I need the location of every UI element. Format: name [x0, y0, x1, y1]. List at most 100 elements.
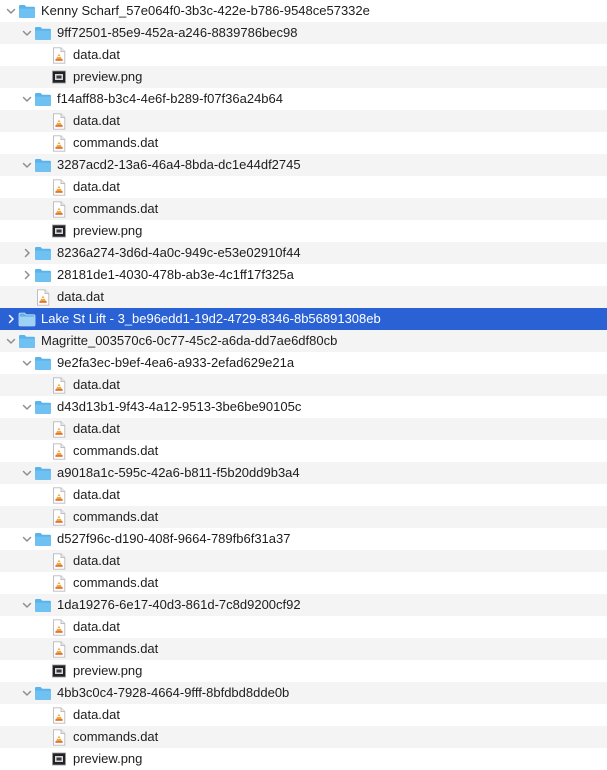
- folder-icon: [34, 354, 52, 372]
- item-name: preview.png: [73, 663, 143, 678]
- folder-row[interactable]: 9ff72501-85e9-452a-a246-8839786bec98: [0, 22, 607, 44]
- file-row[interactable]: commands.dat: [0, 198, 607, 220]
- item-name: commands.dat: [73, 201, 159, 216]
- item-name: f14aff88-b3c4-4e6f-b289-f07f36a24b64: [57, 91, 284, 106]
- chevron-down-icon[interactable]: [20, 154, 34, 176]
- item-name: d43d13b1-9f43-4a12-9513-3be6be90105c: [57, 399, 302, 414]
- file-row[interactable]: commands.dat: [0, 132, 607, 154]
- document-file-icon: [50, 178, 68, 196]
- folder-row[interactable]: 8236a274-3d6d-4a0c-949c-e53e02910f44: [0, 242, 607, 264]
- document-file-icon: [50, 442, 68, 460]
- folder-icon: [18, 332, 36, 350]
- item-name: commands.dat: [73, 575, 159, 590]
- document-file-icon: [50, 618, 68, 636]
- item-name: 4bb3c0c4-7928-4664-9fff-8bfdbd8dde0b: [57, 685, 290, 700]
- folder-row[interactable]: Kenny Scharf_57e064f0-3b3c-422e-b786-954…: [0, 0, 607, 22]
- item-name: commands.dat: [73, 509, 159, 524]
- folder-row[interactable]: f14aff88-b3c4-4e6f-b289-f07f36a24b64: [0, 88, 607, 110]
- file-row[interactable]: preview.png: [0, 660, 607, 682]
- folder-row[interactable]: 9e2fa3ec-b9ef-4ea6-a933-2efad629e21a: [0, 352, 607, 374]
- folder-icon: [34, 244, 52, 262]
- item-name: data.dat: [73, 707, 120, 722]
- item-name: Lake St Lift - 3_be96edd1-19d2-4729-8346…: [41, 311, 381, 326]
- document-file-icon: [34, 288, 52, 306]
- folder-row[interactable]: Lake St Lift - 3_be96edd1-19d2-4729-8346…: [0, 308, 607, 330]
- file-row[interactable]: preview.png: [0, 748, 607, 770]
- chevron-down-icon[interactable]: [4, 330, 18, 352]
- folder-icon: [18, 310, 36, 328]
- item-name: 9ff72501-85e9-452a-a246-8839786bec98: [57, 25, 298, 40]
- item-name: data.dat: [73, 47, 120, 62]
- chevron-right-icon[interactable]: [20, 242, 34, 264]
- document-file-icon: [50, 706, 68, 724]
- folder-icon: [34, 398, 52, 416]
- item-name: 8236a274-3d6d-4a0c-949c-e53e02910f44: [57, 245, 301, 260]
- item-name: preview.png: [73, 751, 143, 766]
- chevron-down-icon[interactable]: [20, 682, 34, 704]
- item-name: data.dat: [73, 487, 120, 502]
- folder-icon: [34, 464, 52, 482]
- file-row[interactable]: data.dat: [0, 44, 607, 66]
- folder-icon: [34, 24, 52, 42]
- item-name: preview.png: [73, 223, 143, 238]
- chevron-down-icon[interactable]: [20, 352, 34, 374]
- file-row[interactable]: commands.dat: [0, 638, 607, 660]
- file-row[interactable]: preview.png: [0, 66, 607, 88]
- folder-row[interactable]: 28181de1-4030-478b-ab3e-4c1ff17f325a: [0, 264, 607, 286]
- document-file-icon: [50, 112, 68, 130]
- file-row[interactable]: commands.dat: [0, 572, 607, 594]
- chevron-down-icon[interactable]: [20, 462, 34, 484]
- file-row[interactable]: data.dat: [0, 550, 607, 572]
- file-tree: Kenny Scharf_57e064f0-3b3c-422e-b786-954…: [0, 0, 607, 770]
- folder-row[interactable]: 4bb3c0c4-7928-4664-9fff-8bfdbd8dde0b: [0, 682, 607, 704]
- folder-row[interactable]: 3287acd2-13a6-46a4-8bda-dc1e44df2745: [0, 154, 607, 176]
- folder-row[interactable]: 1da19276-6e17-40d3-861d-7c8d9200cf92: [0, 594, 607, 616]
- chevron-right-icon[interactable]: [20, 264, 34, 286]
- item-name: data.dat: [73, 553, 120, 568]
- item-name: data.dat: [57, 289, 104, 304]
- file-row[interactable]: data.dat: [0, 110, 607, 132]
- folder-row[interactable]: d527f96c-d190-408f-9664-789fb6f31a37: [0, 528, 607, 550]
- item-name: 3287acd2-13a6-46a4-8bda-dc1e44df2745: [57, 157, 301, 172]
- item-name: commands.dat: [73, 443, 159, 458]
- folder-row[interactable]: a9018a1c-595c-42a6-b811-f5b20dd9b3a4: [0, 462, 607, 484]
- chevron-down-icon[interactable]: [20, 594, 34, 616]
- file-row[interactable]: data.dat: [0, 616, 607, 638]
- item-name: preview.png: [73, 69, 143, 84]
- folder-icon: [34, 596, 52, 614]
- file-row[interactable]: data.dat: [0, 484, 607, 506]
- document-file-icon: [50, 420, 68, 438]
- file-row[interactable]: data.dat: [0, 374, 607, 396]
- folder-row[interactable]: Magritte_003570c6-0c77-45c2-a6da-dd7ae6d…: [0, 330, 607, 352]
- folder-icon: [18, 2, 36, 20]
- document-file-icon: [50, 486, 68, 504]
- file-row[interactable]: data.dat: [0, 704, 607, 726]
- folder-icon: [34, 156, 52, 174]
- item-name: a9018a1c-595c-42a6-b811-f5b20dd9b3a4: [57, 465, 300, 480]
- folder-icon: [34, 90, 52, 108]
- file-row[interactable]: commands.dat: [0, 506, 607, 528]
- chevron-down-icon[interactable]: [20, 396, 34, 418]
- item-name: 1da19276-6e17-40d3-861d-7c8d9200cf92: [57, 597, 301, 612]
- item-name: 28181de1-4030-478b-ab3e-4c1ff17f325a: [57, 267, 294, 282]
- document-file-icon: [50, 200, 68, 218]
- item-name: data.dat: [73, 179, 120, 194]
- file-row[interactable]: data.dat: [0, 286, 607, 308]
- item-name: data.dat: [73, 113, 120, 128]
- chevron-down-icon[interactable]: [4, 0, 18, 22]
- chevron-right-icon[interactable]: [4, 308, 18, 330]
- image-file-icon: [50, 750, 68, 768]
- file-row[interactable]: data.dat: [0, 418, 607, 440]
- folder-row[interactable]: d43d13b1-9f43-4a12-9513-3be6be90105c: [0, 396, 607, 418]
- item-name: commands.dat: [73, 135, 159, 150]
- document-file-icon: [50, 640, 68, 658]
- chevron-down-icon[interactable]: [20, 88, 34, 110]
- folder-icon: [34, 530, 52, 548]
- file-row[interactable]: commands.dat: [0, 440, 607, 462]
- chevron-down-icon[interactable]: [20, 528, 34, 550]
- file-row[interactable]: commands.dat: [0, 726, 607, 748]
- file-row[interactable]: preview.png: [0, 220, 607, 242]
- document-file-icon: [50, 46, 68, 64]
- file-row[interactable]: data.dat: [0, 176, 607, 198]
- chevron-down-icon[interactable]: [20, 22, 34, 44]
